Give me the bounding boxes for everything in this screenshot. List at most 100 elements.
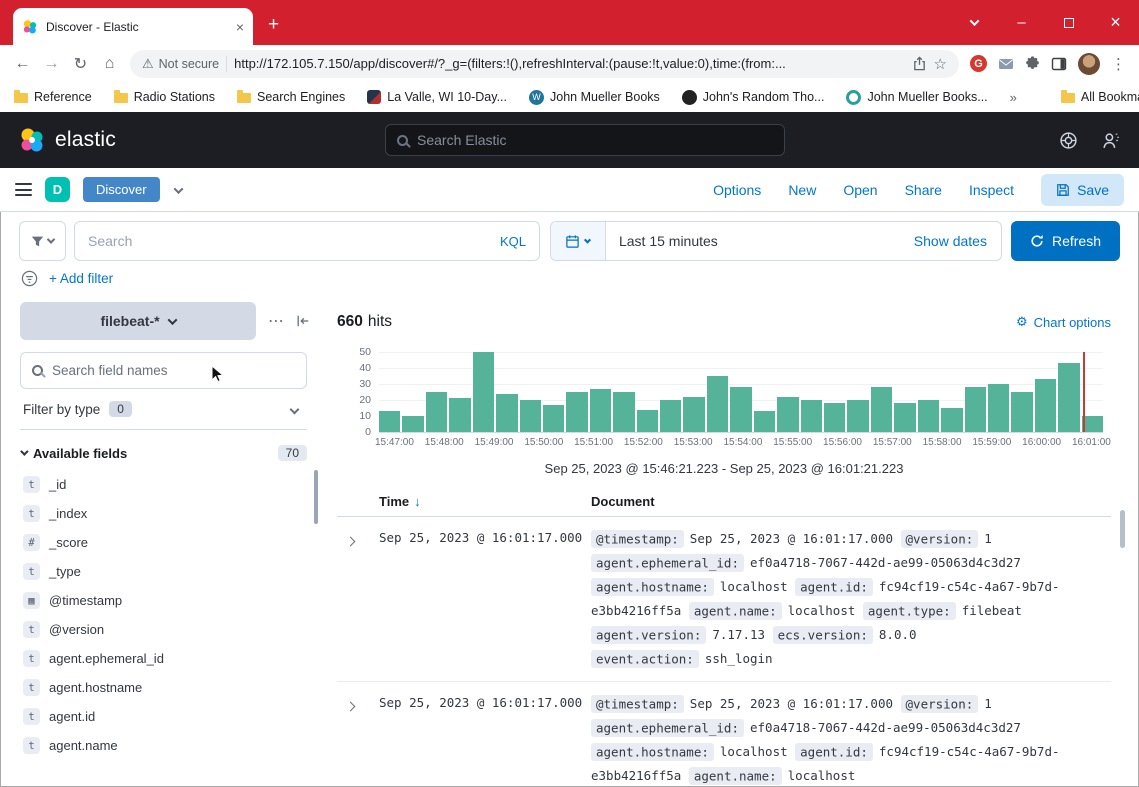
field-item[interactable]: t_id <box>20 470 310 499</box>
bookmarks-overflow-icon[interactable]: » <box>1010 90 1017 105</box>
elastic-brand[interactable]: elastic <box>18 126 116 154</box>
add-filter-link[interactable]: + Add filter <box>49 271 113 286</box>
histogram-bar[interactable] <box>683 397 704 432</box>
histogram-bar[interactable] <box>707 376 728 432</box>
histogram-bar[interactable] <box>496 394 517 432</box>
histogram-bar[interactable] <box>730 387 751 432</box>
share-icon[interactable] <box>912 56 927 71</box>
filter-circle-icon[interactable] <box>21 270 38 287</box>
back-icon[interactable]: ← <box>8 55 37 73</box>
menu-hamburger-icon[interactable] <box>15 183 32 196</box>
histogram-bar[interactable] <box>941 408 962 432</box>
field-item[interactable]: t@version <box>20 615 310 644</box>
global-search-input[interactable]: Search Elastic <box>385 124 785 156</box>
histogram-bar[interactable] <box>965 387 986 432</box>
tab-close-icon[interactable]: × <box>236 19 244 35</box>
index-pattern-select[interactable]: filebeat-* <box>20 302 256 340</box>
field-search-input[interactable]: Search field names <box>20 352 307 389</box>
security-indicator[interactable]: ⚠ Not secure <box>142 56 219 72</box>
calendar-button[interactable] <box>551 222 606 260</box>
bookmark-item[interactable]: Search Engines <box>237 90 345 104</box>
histogram-bar[interactable] <box>988 384 1009 432</box>
bookmark-item[interactable]: John Mueller Books... <box>846 90 987 105</box>
histogram-bar[interactable] <box>637 410 658 432</box>
histogram-bar[interactable] <box>847 400 868 432</box>
histogram-bar[interactable] <box>590 389 611 432</box>
home-icon[interactable]: ⌂ <box>95 55 124 73</box>
extensions-puzzle-icon[interactable] <box>1025 56 1040 71</box>
bookmark-item[interactable]: Reference <box>14 90 92 104</box>
histogram-bar[interactable] <box>824 403 845 432</box>
expand-row-button[interactable] <box>337 527 379 671</box>
url-text[interactable]: http://172.105.7.150/app/discover#/?_g=(… <box>234 56 904 71</box>
open-link[interactable]: Open <box>843 182 877 198</box>
filter-by-type-control[interactable]: Filter by type 0 <box>20 389 307 430</box>
time-range-value[interactable]: Last 15 minutes <box>606 233 914 249</box>
histogram-bar[interactable] <box>754 411 775 432</box>
help-icon[interactable] <box>1059 131 1078 150</box>
histogram-bar[interactable] <box>871 387 892 432</box>
sidebar-scrollbar[interactable] <box>314 470 318 524</box>
inspect-link[interactable]: Inspect <box>969 182 1014 198</box>
field-item[interactable]: tagent.ephemeral_id <box>20 644 310 673</box>
saved-query-menu-button[interactable] <box>19 221 66 261</box>
reload-icon[interactable]: ↻ <box>66 54 95 74</box>
field-item[interactable]: tagent.hostname <box>20 673 310 702</box>
window-close-button[interactable]: × <box>1092 0 1139 45</box>
grammarly-extension-icon[interactable]: G <box>970 55 987 72</box>
address-bar[interactable]: ⚠ Not secure http://172.105.7.150/app/di… <box>130 50 959 78</box>
share-link[interactable]: Share <box>905 182 942 198</box>
histogram-chart[interactable]: 01020304050 <box>337 352 1111 432</box>
alerts-icon[interactable] <box>1102 131 1121 150</box>
field-item[interactable]: #_score <box>20 528 310 557</box>
results-scrollbar[interactable] <box>1120 510 1125 548</box>
histogram-bar[interactable] <box>1035 379 1056 432</box>
browser-tab[interactable]: Discover - Elastic × <box>13 8 253 45</box>
bookmark-item[interactable]: La Valle, WI 10-Day... <box>367 90 507 104</box>
histogram-bar[interactable] <box>449 398 470 432</box>
window-menu-chevron-icon[interactable] <box>951 0 998 45</box>
histogram-bar[interactable] <box>402 416 423 432</box>
field-options-icon[interactable]: ⋯ <box>268 311 284 331</box>
save-button[interactable]: Save <box>1041 174 1124 206</box>
forward-icon[interactable]: → <box>37 55 66 73</box>
bookmark-item[interactable]: Radio Stations <box>114 90 215 104</box>
histogram-bar[interactable] <box>894 403 915 432</box>
histogram-bar[interactable] <box>613 392 634 432</box>
sort-descending-icon[interactable]: ↓ <box>414 494 421 509</box>
expand-row-button[interactable] <box>337 692 379 787</box>
breadcrumb-chevron-icon[interactable] <box>175 181 182 199</box>
histogram-bar[interactable] <box>566 392 587 432</box>
histogram-bar[interactable] <box>1058 363 1079 432</box>
field-item[interactable]: ▦@timestamp <box>20 586 310 615</box>
show-dates-link[interactable]: Show dates <box>914 233 1001 249</box>
available-fields-header[interactable]: Available fields 70 <box>20 445 307 461</box>
window-minimize-button[interactable]: – <box>998 0 1045 45</box>
window-maximize-button[interactable] <box>1045 0 1092 45</box>
histogram-bar[interactable] <box>473 352 494 432</box>
new-link[interactable]: New <box>788 182 816 198</box>
refresh-button[interactable]: Refresh <box>1011 221 1120 261</box>
histogram-bar[interactable] <box>379 411 400 432</box>
new-tab-button[interactable]: + <box>268 14 279 36</box>
histogram-bar[interactable] <box>520 400 541 432</box>
browser-menu-icon[interactable]: ⋮ <box>1111 55 1126 73</box>
histogram-bar[interactable] <box>777 397 798 432</box>
histogram-bar[interactable] <box>801 400 822 432</box>
profile-avatar[interactable] <box>1078 53 1100 75</box>
all-bookmarks-button[interactable]: All Bookmarks <box>1061 90 1139 104</box>
histogram-bar[interactable] <box>918 400 939 432</box>
mail-extension-icon[interactable] <box>998 56 1014 72</box>
field-item[interactable]: t_type <box>20 557 310 586</box>
query-search-input[interactable]: Search KQL <box>74 221 540 261</box>
collapse-sidebar-icon[interactable] <box>296 314 310 328</box>
field-item[interactable]: t_index <box>20 499 310 528</box>
kql-label[interactable]: KQL <box>500 234 526 249</box>
side-panel-icon[interactable] <box>1051 56 1067 72</box>
field-item[interactable]: tagent.name <box>20 731 310 760</box>
options-link[interactable]: Options <box>713 182 761 198</box>
bookmark-item[interactable]: WJohn Mueller Books <box>529 90 660 105</box>
bookmark-star-icon[interactable]: ☆ <box>934 55 947 73</box>
field-item[interactable]: tagent.id <box>20 702 310 731</box>
bookmark-item[interactable]: John's Random Tho... <box>682 90 825 105</box>
